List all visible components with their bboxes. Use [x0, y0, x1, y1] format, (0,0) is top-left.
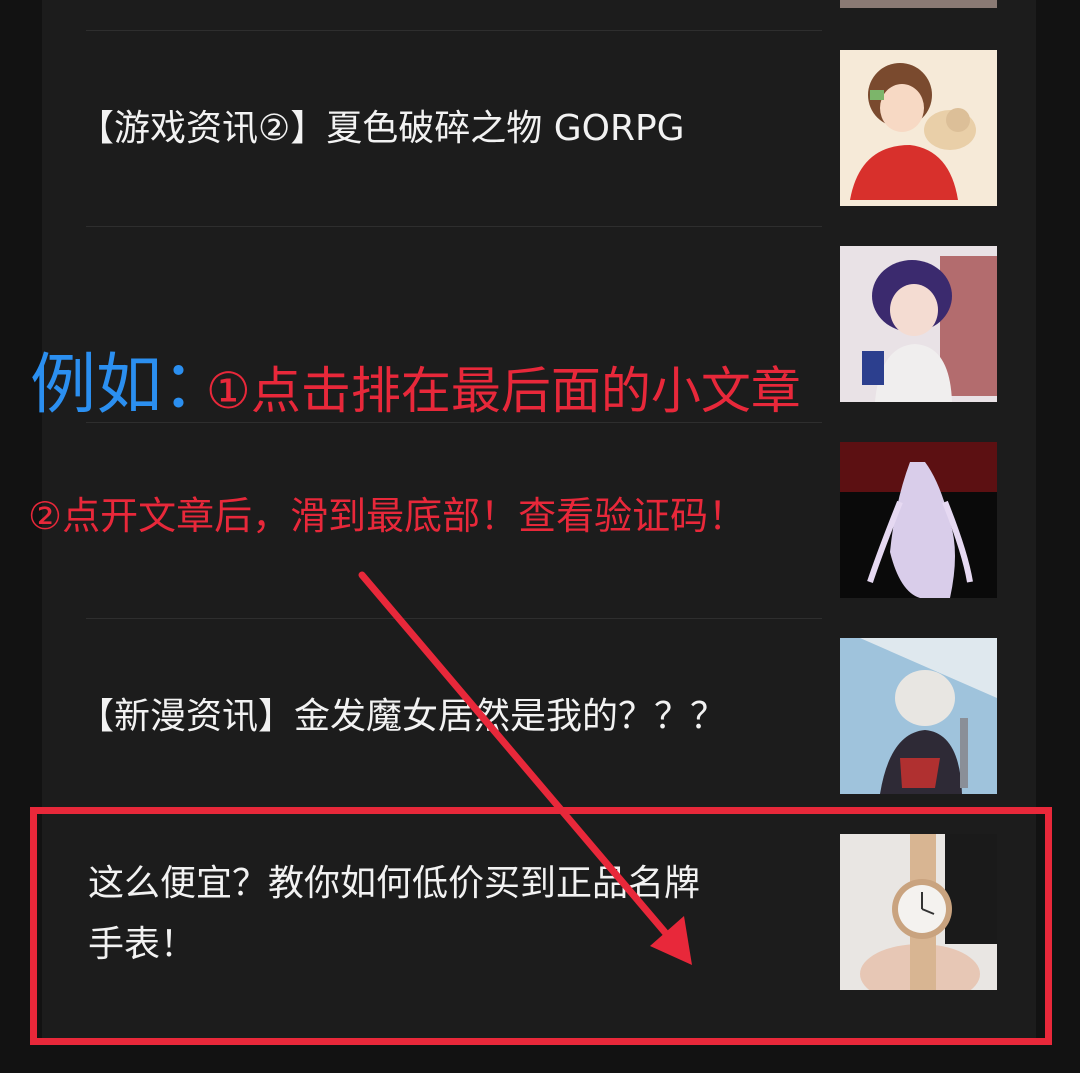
screenshot-canvas: 【游戏资讯②】夏色破碎之物 GORPG 【新漫资讯】金发魔女居然是我的？？？ 这…: [0, 0, 1080, 1073]
arrow-pointer-icon: [358, 571, 692, 965]
